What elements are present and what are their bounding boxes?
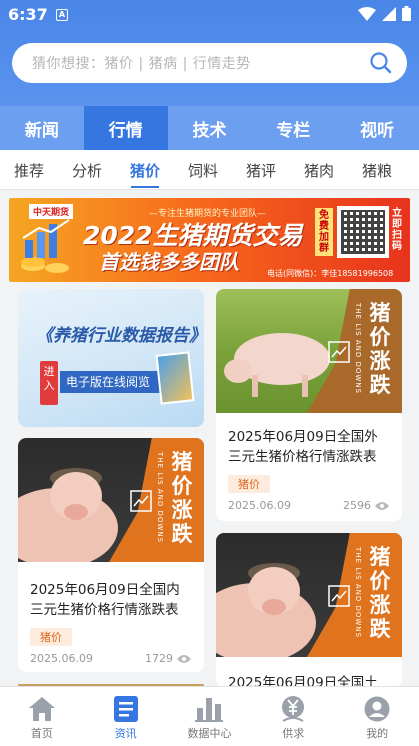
article-thumbnail: THE LIS AND DOWNS 猪价涨跌 [18, 438, 204, 562]
trend-icon [130, 490, 152, 512]
status-time: 6:37 [8, 5, 48, 24]
home-icon [28, 695, 56, 723]
report-image: 《养猪行业数据报告》 进入 电子版在线阅览 [18, 289, 204, 427]
eye-icon [177, 654, 191, 663]
article-tag[interactable]: 猪价 [30, 628, 72, 646]
subtab-recommend[interactable]: 推荐 [0, 150, 58, 190]
nav-profile[interactable]: 我的 [335, 687, 419, 746]
ad-banner[interactable]: 中天期货 —专注生猪期货的专业团队— 2022生猪期货交易 首选钱多多团队 免费… [9, 198, 410, 282]
article-thumbnail: THE LIS AND DOWNS 猪价涨跌 [216, 289, 402, 413]
trend-icon [328, 341, 350, 363]
nav-home[interactable]: 首页 [0, 687, 84, 746]
eye-icon [375, 501, 389, 510]
views-count: 2596 [343, 499, 371, 512]
tab-market[interactable]: 行情 [83, 106, 168, 150]
banner-free-join: 免费加群 [315, 208, 333, 256]
notification-icon: A [56, 9, 68, 21]
main-tabs: 新闻 行情 技术 专栏 视听 [0, 106, 419, 150]
article-thumbnail: THE LIS AND DOWNS 猪价涨跌 [216, 533, 402, 657]
tab-video[interactable]: 视听 [335, 106, 419, 150]
article-meta: 2025.06.09 2596 [228, 499, 390, 517]
badge-english: THE LIS AND DOWNS [354, 303, 362, 394]
news-icon [113, 695, 138, 723]
subtab-pork[interactable]: 猪肉 [290, 150, 348, 190]
system-icons [358, 6, 411, 21]
article-card[interactable]: THE LIS AND DOWNS 猪价涨跌 2025年06月09日全国外三元生… [216, 289, 402, 521]
nav-profile-label: 我的 [366, 727, 389, 740]
nav-data-center-label: 数据中心 [187, 727, 232, 740]
badge-title: 猪价涨跌 [369, 545, 391, 641]
battery-icon [402, 6, 411, 21]
wifi-icon [358, 6, 376, 21]
badge-title: 猪价涨跌 [171, 450, 193, 546]
subtab-pig-price[interactable]: 猪价 [116, 150, 174, 190]
search-input[interactable]: 猜你想搜：猪价 | 猪病 | 行情走势 [12, 43, 407, 83]
search-placeholder: 猜你想搜：猪价 | 猪病 | 行情走势 [32, 56, 251, 72]
banner-slogan: 首选钱多多团队 [99, 250, 239, 274]
header: 6:37 A 猜你想搜：猪价 | 猪病 | 行情走势 [0, 0, 419, 106]
badge-title: 猪价涨跌 [369, 301, 391, 397]
report-card[interactable]: 《养猪行业数据报告》 进入 电子版在线阅览 [18, 289, 204, 427]
chart-icon [195, 695, 224, 723]
banner-phone: 电话(同微信)：李佳18581996508 [267, 269, 394, 278]
nav-news[interactable]: 资讯 [84, 687, 168, 746]
qr-code [337, 206, 389, 258]
report-enter: 进入 [40, 361, 58, 405]
search-icon[interactable] [369, 51, 393, 75]
article-card[interactable]: THE LIS AND DOWNS 猪价涨跌 2025年06月09日全国内三元生… [18, 438, 204, 672]
subtab-pig-review[interactable]: 猪评 [232, 150, 290, 190]
yuan-icon [279, 695, 307, 723]
banner-logo: 中天期货 [29, 204, 74, 219]
badge-english: THE LIS AND DOWNS [354, 547, 362, 638]
nav-supply-demand-label: 供求 [282, 727, 305, 740]
report-book-image [155, 351, 195, 405]
sub-tabs: 推荐 分析 猪价 饲料 猪评 猪肉 猪粮 [0, 150, 419, 190]
article-title: 2025年06月09日全国内三元生猪价格行情涨跌表 [30, 582, 180, 618]
user-icon [364, 695, 390, 723]
status-bar: 6:37 A [0, 0, 419, 30]
tab-column[interactable]: 专栏 [251, 106, 335, 150]
article-views: 2596 [343, 499, 390, 512]
article-card[interactable]: THE LIS AND DOWNS 猪价涨跌 2025年06月09日全国土杂 [216, 533, 402, 687]
tab-technology[interactable]: 技术 [168, 106, 252, 150]
trend-icon [328, 585, 350, 607]
report-title: 《养猪行业数据报告》 [36, 326, 204, 346]
report-line: 电子版在线阅览 [60, 371, 170, 393]
nav-news-label: 资讯 [114, 727, 137, 740]
article-title: 2025年06月09日全国外三元生猪价格行情涨跌表 [228, 429, 378, 465]
coins-chart-icon [21, 219, 70, 273]
badge-english: THE LIS AND DOWNS [156, 452, 164, 543]
article-date: 2025.06.09 [228, 499, 291, 512]
nav-home-label: 首页 [30, 727, 53, 740]
bottom-nav: 首页 资讯 数据中心 供求 我的 [0, 686, 419, 746]
subtab-pig-grain[interactable]: 猪粮 [348, 150, 406, 190]
article-title: 2025年06月09日全国土杂 [228, 675, 378, 687]
subtab-analysis[interactable]: 分析 [58, 150, 116, 190]
views-count: 1729 [145, 652, 173, 665]
article-views: 1729 [145, 652, 192, 665]
article-meta: 2025.06.09 1729 [30, 652, 192, 670]
article-date: 2025.06.09 [30, 652, 93, 665]
tab-news[interactable]: 新闻 [0, 106, 84, 150]
signal-icon [382, 6, 396, 21]
banner-scan: 立即扫码 [392, 208, 402, 252]
article-tag[interactable]: 猪价 [228, 475, 270, 493]
nav-supply-demand[interactable]: 供求 [251, 687, 335, 746]
nav-data-center[interactable]: 数据中心 [168, 687, 252, 746]
subtab-feed[interactable]: 饲料 [174, 150, 232, 190]
